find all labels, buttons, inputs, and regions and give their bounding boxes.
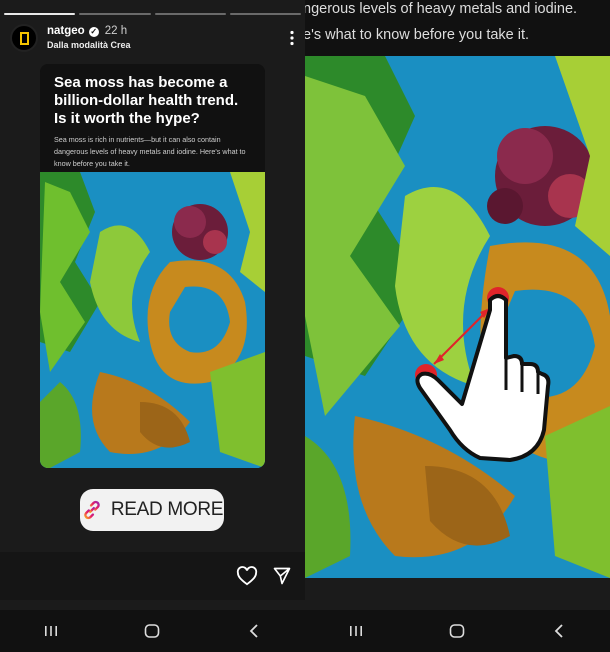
sea-moss-photo [40, 172, 265, 468]
post-time: 22 h [104, 24, 128, 37]
recent-apps-icon[interactable] [346, 621, 366, 641]
zoomed-caption-line: e's what to know before you take it. [305, 27, 530, 43]
pinch-zoom-hand-icon [415, 287, 551, 462]
zoomed-caption-line: ngerous levels of heavy metals and iodin… [305, 1, 578, 17]
home-icon[interactable] [447, 621, 467, 641]
progress-segment [154, 13, 226, 15]
story-subtitle: Dalla modalità Crea [47, 40, 131, 51]
progress-segment [229, 13, 301, 15]
home-icon[interactable] [142, 621, 162, 641]
read-more-button[interactable]: READ MORE [80, 489, 224, 531]
back-icon[interactable] [244, 621, 264, 641]
card-subtext: Sea moss is rich in nutrients—but it can… [54, 135, 246, 168]
more-options-icon[interactable] [289, 30, 295, 46]
story-header: natgeo ✓ 22 h Dalla modalità Crea [10, 22, 295, 54]
natgeo-logo-icon [19, 31, 29, 45]
recent-apps-icon[interactable] [41, 621, 61, 641]
story-progress [4, 13, 301, 15]
screen: natgeo ✓ 22 h Dalla modalità Crea Sea mo… [0, 0, 610, 652]
progress-segment [79, 13, 151, 15]
story-card[interactable]: Sea moss has become a billion-dollar hea… [40, 64, 265, 468]
avatar[interactable] [10, 24, 38, 52]
zoomed-bottom-bar [305, 578, 610, 610]
card-headline: Sea moss has become a billion-dollar hea… [54, 74, 239, 127]
username[interactable]: natgeo [47, 25, 85, 38]
send-icon[interactable] [272, 566, 292, 586]
back-icon[interactable] [549, 621, 569, 641]
story-viewer[interactable]: natgeo ✓ 22 h Dalla modalità Crea Sea mo… [0, 0, 305, 652]
read-more-label: READ MORE [110, 499, 224, 520]
heart-icon[interactable] [236, 566, 258, 586]
system-nav-bar-right [305, 610, 610, 652]
story-actions-bar [0, 552, 305, 600]
system-nav-bar [0, 610, 305, 652]
zoomed-caption: ngerous levels of heavy metals and iodin… [305, 0, 610, 48]
story-meta: natgeo ✓ 22 h Dalla modalità Crea [47, 24, 131, 51]
link-icon [84, 500, 100, 520]
card-text: Sea moss has become a billion-dollar hea… [40, 64, 265, 172]
progress-segment [4, 13, 76, 15]
verified-badge-icon: ✓ [88, 26, 99, 37]
